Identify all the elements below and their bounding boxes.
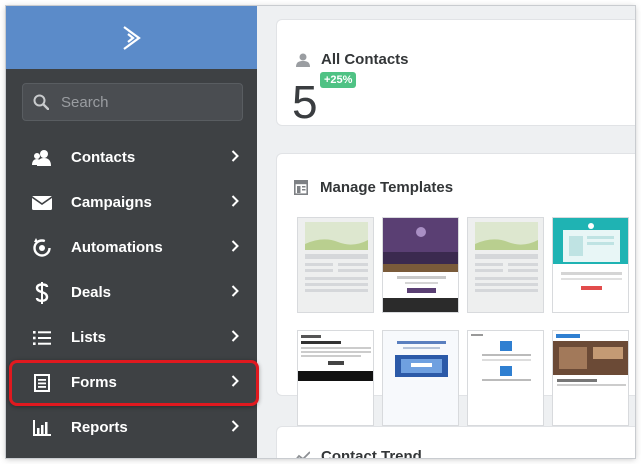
sidebar-item-label: Contacts [71,149,136,166]
template-thumbnail[interactable] [467,330,544,426]
sidebar-item-label: Automations [71,239,163,256]
app-window: Contacts Campaigns [6,6,635,458]
template-thumbnail[interactable] [552,217,629,313]
template-thumbnail[interactable] [382,330,459,426]
user-icon [296,53,310,67]
main-content: All Contacts 5 +25% Manage Templates Con… [257,6,635,458]
sidebar-item-label: Deals [71,284,112,301]
card-header: All Contacts [296,51,409,68]
card-title: Manage Templates [320,179,454,196]
dollar-icon [28,281,56,304]
sidebar-item-contacts[interactable]: Contacts [6,135,257,180]
card-header: Contact Trend [294,448,422,458]
template-thumbnail[interactable] [552,330,629,426]
card-title: Contact Trend [321,448,422,458]
bar-chart-icon [28,419,56,436]
sidebar: Contacts Campaigns [6,6,259,458]
contact-trend-card[interactable]: Contact Trend [276,426,635,458]
chevron-right-icon [231,194,239,211]
all-contacts-card[interactable]: All Contacts 5 +25% [276,19,635,128]
automations-icon [28,237,56,258]
search-box[interactable] [22,83,243,121]
contacts-icon [28,149,56,167]
sidebar-item-label: Reports [71,419,128,436]
sidebar-item-automations[interactable]: Automations [6,225,257,270]
envelope-icon [28,195,56,210]
card-header[interactable]: Manage Templates [294,179,453,196]
card-title: All Contacts [321,51,409,68]
template-thumbnail[interactable] [297,217,374,313]
search-icon [33,94,49,110]
template-icon [294,180,308,195]
sidebar-item-label: Lists [71,329,107,346]
logo-icon [122,25,141,50]
chevron-right-icon [231,419,239,436]
chevron-right-icon [231,239,239,256]
manage-templates-card: Manage Templates [276,153,635,426]
chevron-right-icon [231,284,239,301]
sidebar-item-label: Campaigns [71,194,152,211]
template-thumbnail[interactable] [467,217,544,313]
sidebar-item-reports[interactable]: Reports [6,405,257,450]
sidebar-item-deals[interactable]: Deals [6,270,257,315]
search-input[interactable] [61,93,231,111]
template-thumbnail[interactable] [297,330,374,426]
sidebar-item-campaigns[interactable]: Campaigns [6,180,257,225]
growth-badge: +25% [320,72,357,88]
brand-header[interactable] [6,6,257,69]
chevron-right-icon [231,149,239,166]
chevron-right-icon [231,329,239,346]
trend-line-icon [295,450,310,458]
forms-highlight-annotation [9,360,259,406]
template-thumbnail[interactable] [382,217,459,313]
list-icon [28,330,56,345]
contacts-count: 5 [292,76,318,128]
sidebar-item-lists[interactable]: Lists [6,315,257,360]
